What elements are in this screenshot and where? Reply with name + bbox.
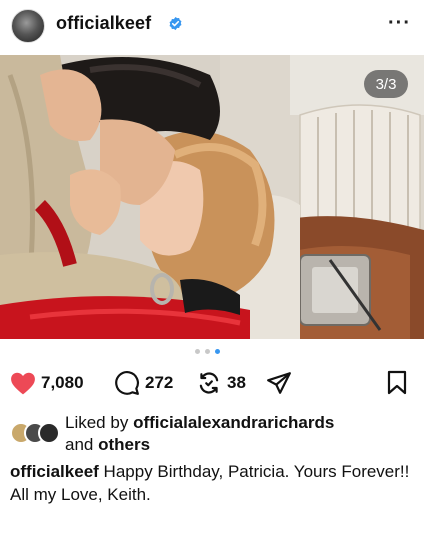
caption-username[interactable]: officialkeef xyxy=(10,462,99,481)
post-username[interactable]: officialkeef xyxy=(56,13,151,34)
avatar[interactable] xyxy=(11,9,45,43)
liked-by-and: and xyxy=(65,435,94,454)
caption-text: Happy Birthday, Patricia. Yours Forever!… xyxy=(103,462,410,481)
post-header: officialkeef ··· xyxy=(0,0,424,52)
like-button[interactable]: 7,080 xyxy=(10,366,84,400)
save-button[interactable] xyxy=(385,366,409,400)
image-counter-badge: 3/3 xyxy=(364,70,408,98)
liked-by-others-link[interactable]: others xyxy=(98,435,150,454)
bookmark-icon xyxy=(387,370,407,395)
caption-line-2: All my Love, Keith. xyxy=(10,485,151,504)
comment-button[interactable]: 272 xyxy=(114,366,173,400)
like-count[interactable]: 7,080 xyxy=(41,373,84,393)
post-caption: officialkeef Happy Birthday, Patricia. Y… xyxy=(10,460,415,506)
repost-button[interactable]: 38 xyxy=(196,366,246,400)
send-icon xyxy=(267,372,291,394)
liked-by-text: Liked by officialalexandrarichards and o… xyxy=(65,412,420,456)
carousel-dot xyxy=(205,349,210,354)
avatar[interactable] xyxy=(38,422,60,444)
share-button[interactable] xyxy=(266,366,292,400)
post-photo[interactable] xyxy=(0,55,424,339)
carousel-dot xyxy=(195,349,200,354)
repost-icon xyxy=(199,372,219,394)
photo-image xyxy=(0,55,424,339)
comment-icon xyxy=(115,371,139,395)
liked-by-prefix: Liked by xyxy=(65,413,129,432)
carousel-dot-active xyxy=(215,349,220,354)
carousel-indicator xyxy=(195,349,220,354)
action-bar: 7,080 272 38 xyxy=(0,366,424,400)
heart-filled-icon xyxy=(11,372,35,395)
liked-by-avatars[interactable] xyxy=(10,422,62,444)
comment-count[interactable]: 272 xyxy=(145,373,173,393)
liked-by-user-link[interactable]: officialalexandrarichards xyxy=(133,413,334,432)
verified-badge-icon xyxy=(169,16,182,31)
repost-count[interactable]: 38 xyxy=(227,373,246,393)
more-options-button[interactable]: ··· xyxy=(388,12,411,35)
